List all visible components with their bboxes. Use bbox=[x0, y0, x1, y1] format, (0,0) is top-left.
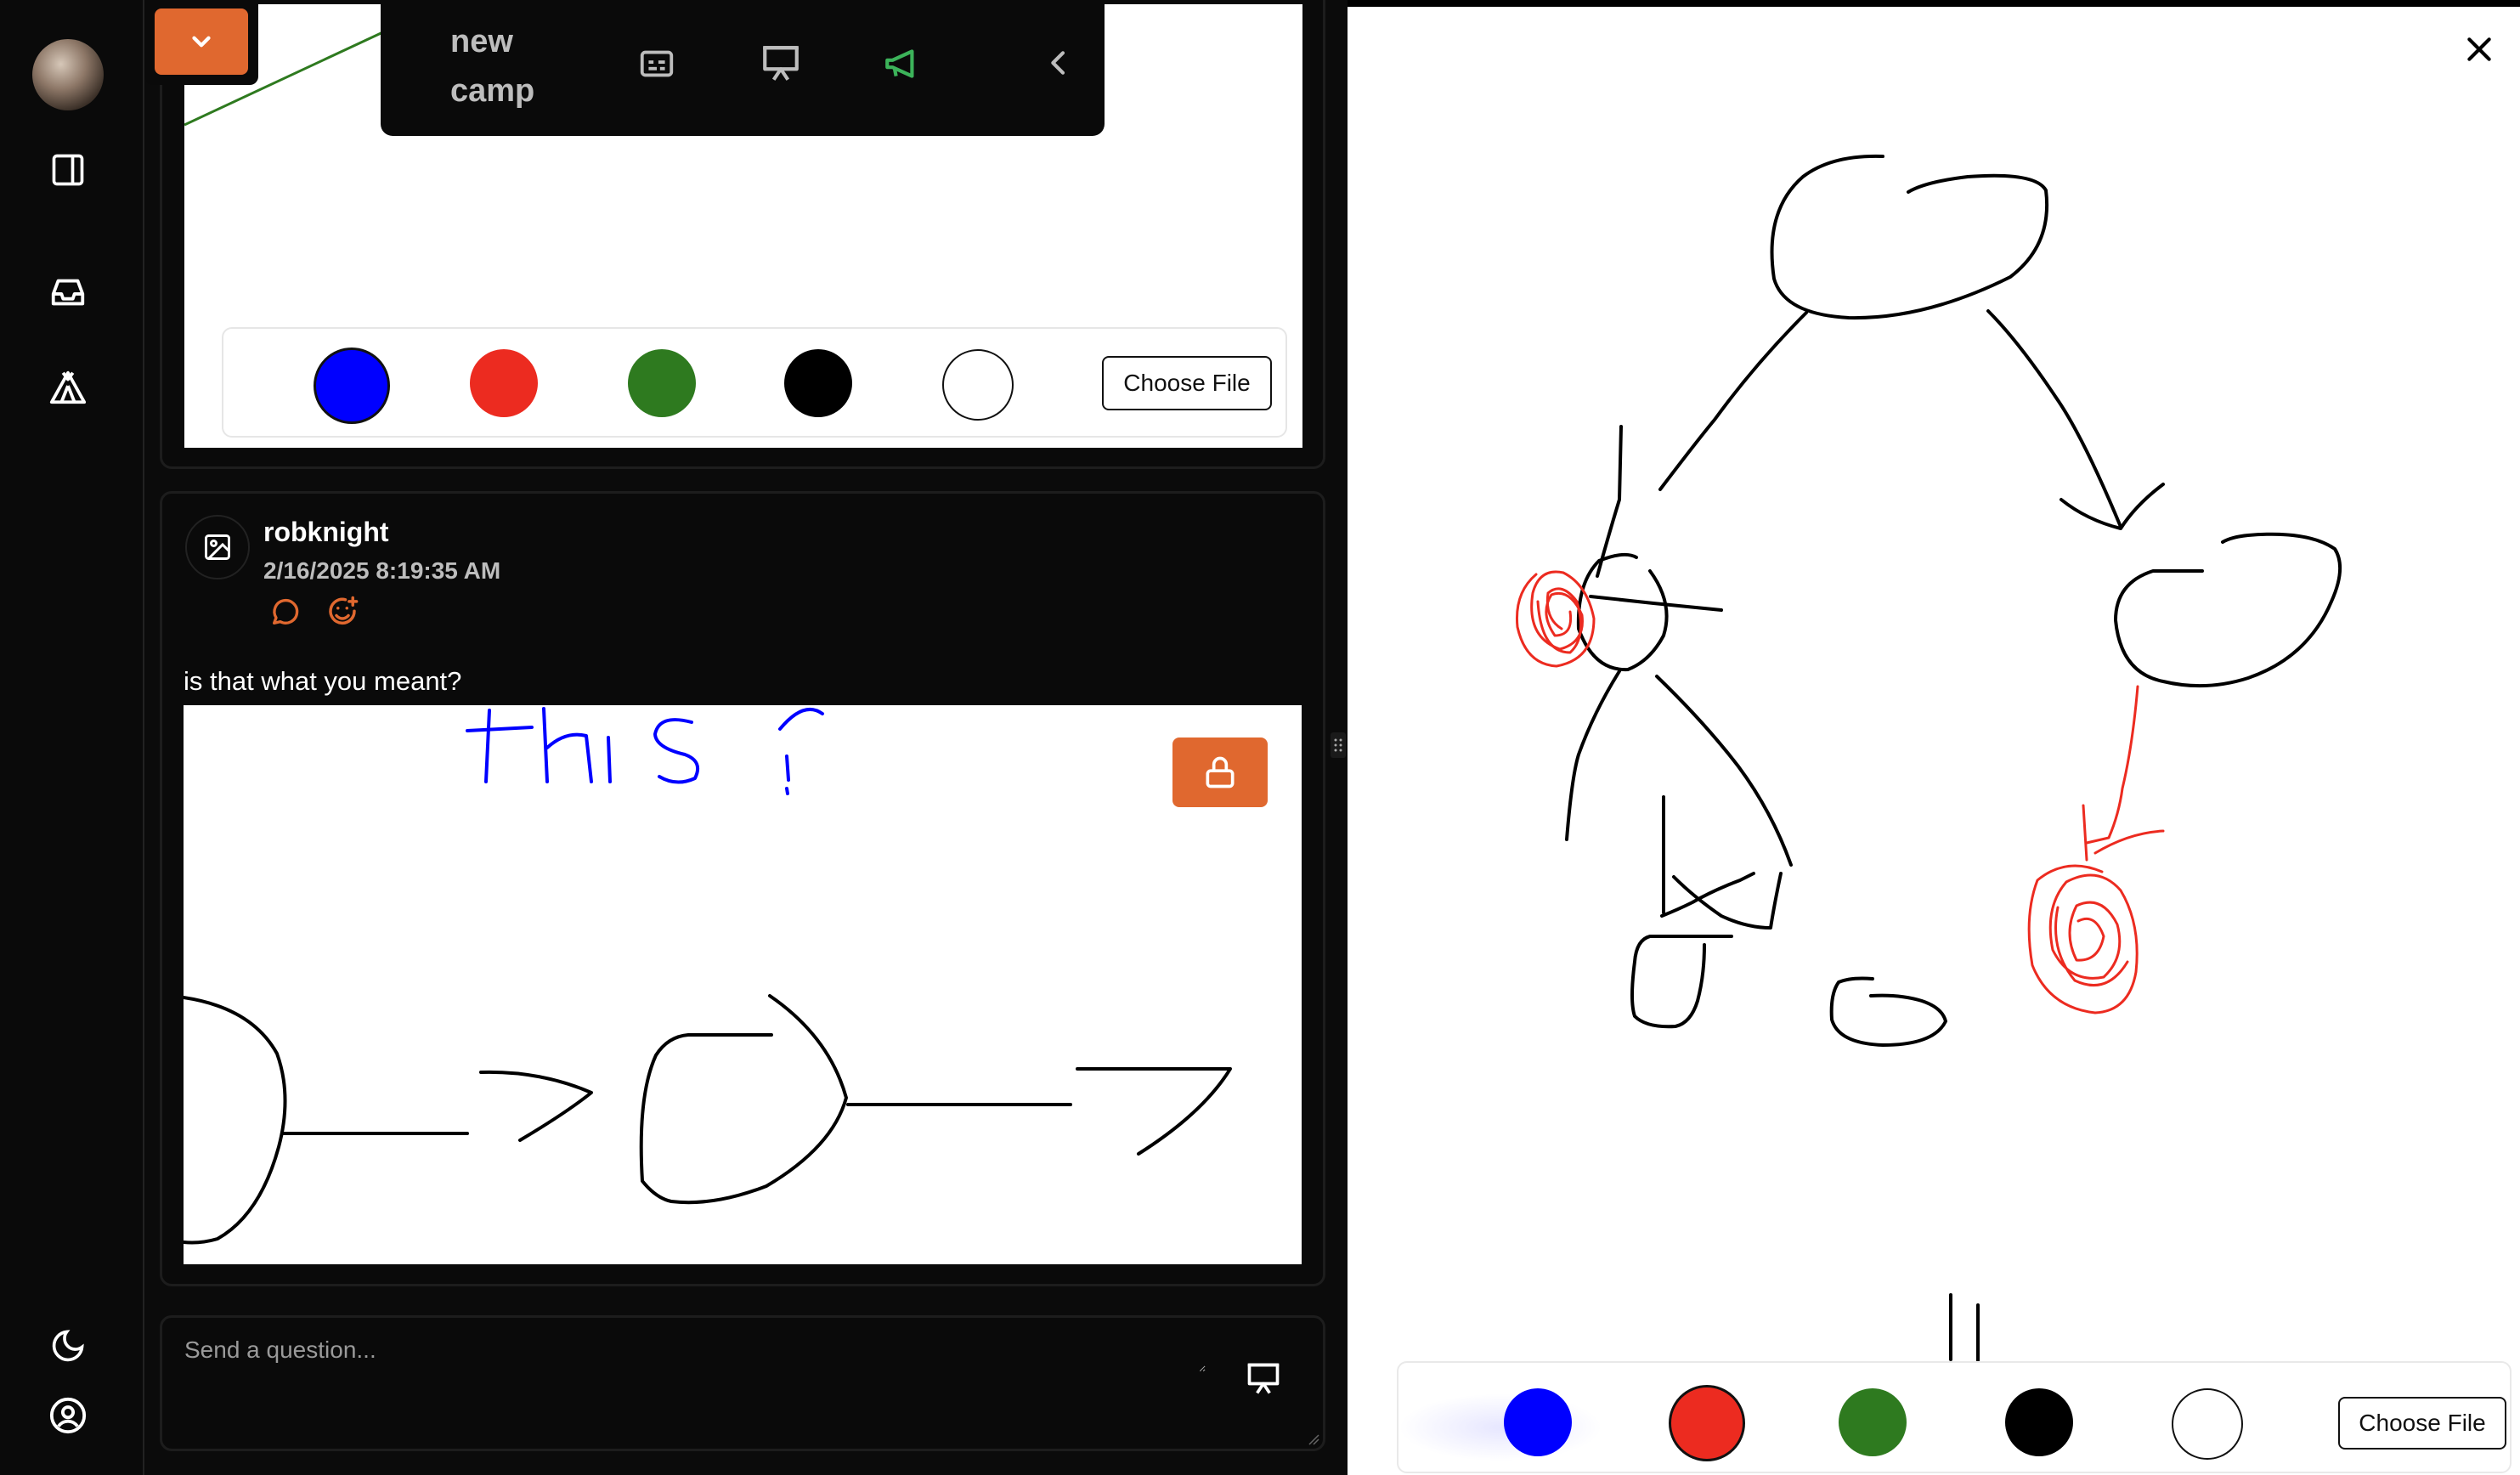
captions-icon[interactable] bbox=[637, 44, 676, 83]
palette-glow bbox=[1398, 1393, 1602, 1461]
swatch-red[interactable] bbox=[1669, 1385, 1745, 1461]
camp-toolbar: new camp bbox=[381, 0, 1105, 136]
chevron-left-icon[interactable] bbox=[1042, 46, 1076, 80]
swatch-red[interactable] bbox=[470, 349, 538, 417]
post-drawing-canvas[interactable] bbox=[184, 705, 1302, 1264]
question-box bbox=[160, 1315, 1325, 1451]
add-reaction-icon[interactable] bbox=[325, 595, 360, 630]
swatch-green[interactable] bbox=[628, 349, 696, 417]
choose-file-button[interactable]: Choose File bbox=[2338, 1397, 2506, 1450]
swatch-white[interactable] bbox=[942, 349, 1014, 421]
lock-icon bbox=[1206, 756, 1235, 788]
grip-icon bbox=[1334, 738, 1342, 752]
swatch-blue[interactable] bbox=[314, 348, 390, 424]
panel-toggle-icon[interactable] bbox=[41, 143, 95, 197]
whiteboard-color-palette: Choose File bbox=[1397, 1361, 2512, 1473]
resize-handle-icon[interactable] bbox=[1308, 1433, 1319, 1445]
inbox-icon[interactable] bbox=[41, 265, 95, 319]
dropdown-toggle bbox=[144, 0, 258, 85]
whiteboard-strokes bbox=[1515, 154, 2342, 1366]
lock-button[interactable] bbox=[1172, 738, 1268, 807]
swatch-black[interactable] bbox=[784, 349, 852, 417]
post-timestamp: 2/16/2025 8:19:35 AM bbox=[263, 557, 501, 584]
post-drawing-strokes bbox=[184, 707, 1232, 1245]
megaphone-icon[interactable] bbox=[882, 42, 924, 85]
swatch-blue[interactable] bbox=[1504, 1388, 1572, 1456]
color-palette: Choose File bbox=[222, 327, 1287, 438]
user-avatar[interactable] bbox=[32, 39, 104, 110]
panel-splitter[interactable] bbox=[1331, 732, 1346, 758]
choose-file-button[interactable]: Choose File bbox=[1102, 356, 1272, 410]
presentation-icon[interactable] bbox=[760, 42, 802, 85]
swatch-white[interactable] bbox=[2172, 1388, 2243, 1460]
post-text: is that what you meant? bbox=[184, 666, 462, 696]
comment-icon[interactable] bbox=[268, 595, 302, 629]
camp-tent-icon[interactable] bbox=[41, 360, 95, 415]
moon-icon[interactable] bbox=[41, 1319, 95, 1373]
camp-name: new camp bbox=[450, 24, 535, 109]
sidebar bbox=[0, 0, 144, 1475]
whiteboard-panel: Choose File bbox=[1348, 0, 2520, 1475]
chevron-down-icon bbox=[192, 36, 211, 48]
swatch-black[interactable] bbox=[2005, 1388, 2073, 1456]
post-image-icon bbox=[185, 515, 250, 579]
dropdown-button[interactable] bbox=[155, 8, 248, 75]
post-username: robknight bbox=[263, 517, 389, 547]
question-input[interactable] bbox=[183, 1335, 1206, 1372]
send-presentation-icon[interactable] bbox=[1245, 1360, 1282, 1398]
swatch-green[interactable] bbox=[1839, 1388, 1907, 1456]
user-circle-icon[interactable] bbox=[41, 1388, 95, 1443]
